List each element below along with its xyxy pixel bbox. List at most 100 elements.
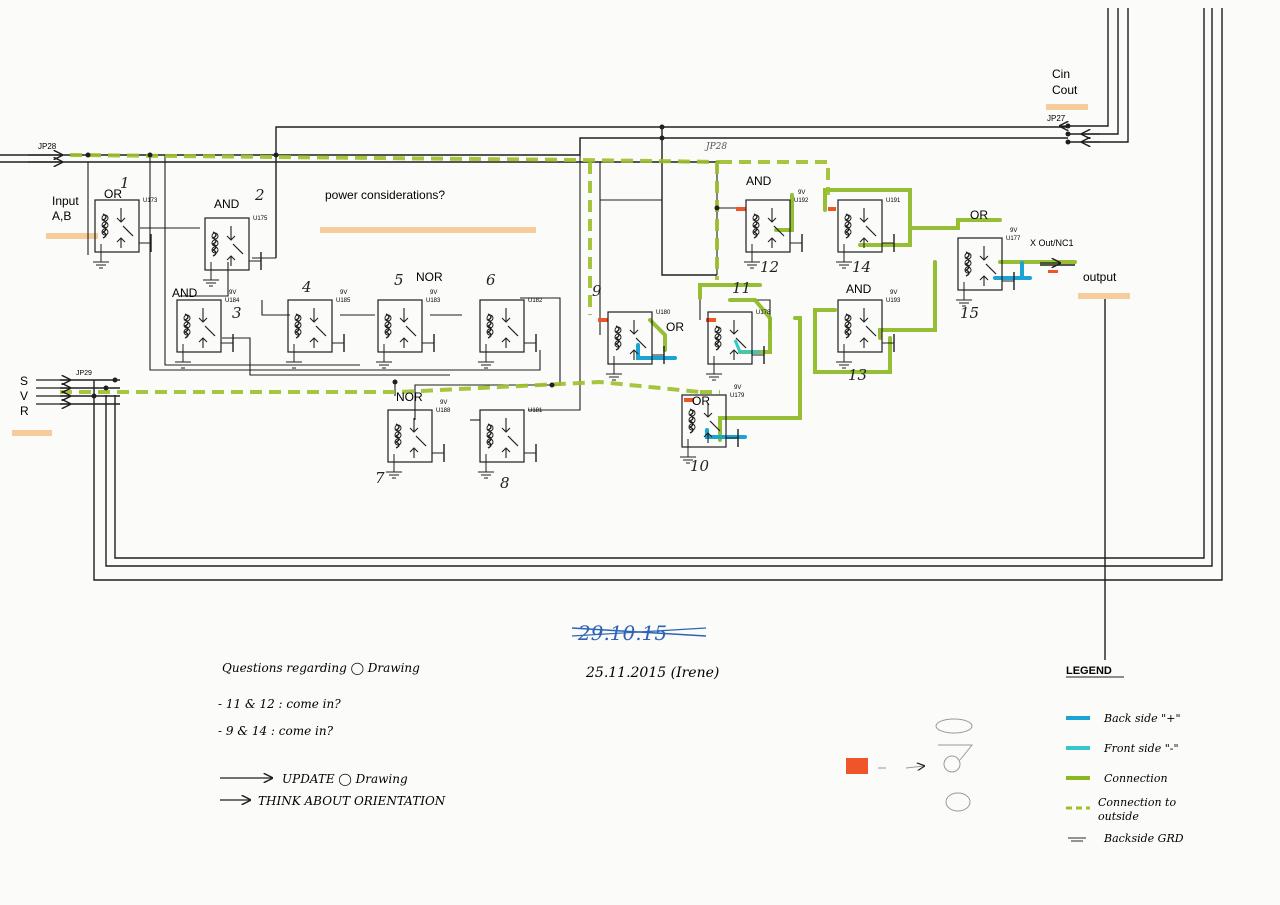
junction-dots [85, 123, 1071, 399]
ground-icon [478, 361, 494, 369]
switch-icon [198, 308, 208, 323]
switch-icon [729, 320, 739, 335]
relay-7: U188 9V NOR 7 [375, 390, 451, 487]
switch-icon [501, 308, 511, 323]
new-date: 25.11.2015 (Irene) [585, 665, 719, 681]
switch-icon [859, 308, 869, 323]
relay-ref: U193 [886, 298, 901, 304]
relay-gate-label: OR [666, 320, 684, 334]
relay-ref: U181 [528, 408, 543, 414]
legend-item: Front side "-" [1066, 742, 1179, 755]
output-label: output [1083, 270, 1117, 284]
relay-14: U191 14 [836, 198, 901, 276]
relay-number: 3 [232, 304, 242, 322]
note-line-5: THINK ABOUT ORIENTATION [258, 794, 446, 808]
ground-icon [478, 471, 494, 479]
relay-number: 6 [486, 271, 496, 289]
legend-label: Backside GRD [1103, 832, 1184, 845]
ground-icon [606, 373, 622, 381]
relay-9: U180 OR 9 [592, 282, 684, 381]
legend-label: Front side "-" [1103, 742, 1179, 755]
switch-icon [226, 226, 236, 241]
ground-icon [744, 261, 760, 269]
relay-layer: U173OR1U175AND 2U1849VAND3U1859V4U1839VNO… [93, 174, 1021, 492]
jp28-mid-label: JP28 [704, 142, 727, 152]
relay-supply: 9V [798, 190, 805, 196]
relay-2: U175 AND 2 [203, 186, 268, 287]
ground-icon [1068, 837, 1086, 842]
relay-ref: U191 [886, 198, 901, 204]
jp29-label: JP29 [76, 370, 92, 377]
legend-item: Connection to outside [1066, 796, 1176, 823]
legend-item: Backside GRD [1068, 832, 1184, 845]
relay-gate-label: AND [214, 197, 240, 211]
relay-number: 8 [500, 474, 510, 492]
legend-label: Connection [1104, 772, 1168, 785]
bus-wires [0, 8, 1223, 660]
note-line-4: UPDATE ◯ Drawing [282, 772, 408, 786]
relay-ref: U178 [756, 310, 771, 316]
legend-label: Back side "+" [1103, 712, 1181, 725]
legend-item: Connection [1066, 772, 1168, 785]
relay-supply: 9V [734, 385, 741, 391]
relay-ref: U177 [1006, 236, 1021, 242]
relay-gate-label: AND [846, 282, 872, 296]
power-note: power considerations? [325, 188, 445, 202]
relay-number: 15 [960, 304, 979, 322]
relay-15: U177 9V OR 15 [956, 208, 1021, 322]
relay-number: 13 [848, 366, 867, 384]
relay-6: U182 6 [478, 271, 543, 369]
relay-ref: U179 [730, 393, 745, 399]
ground-icon [376, 361, 392, 369]
input-b-label: A,B [52, 209, 71, 223]
dates: 29.10.15 25.11.2015 (Irene) [571, 621, 719, 681]
ground-icon [93, 261, 109, 269]
switch-icon [859, 208, 869, 223]
handwritten-notes: Questions regarding ◯ Drawing - 11 & 12 … [218, 661, 446, 808]
relay-number: 12 [760, 258, 779, 276]
v-label: V [20, 389, 28, 403]
relay-ref: U188 [436, 408, 451, 414]
relay-supply: 9V [1010, 228, 1017, 234]
note-line-3: - 9 & 14 : come in? [218, 724, 334, 738]
relay-number: 7 [375, 469, 385, 487]
red-marks [598, 207, 1058, 774]
ground-icon [203, 279, 219, 287]
legend-title: LEGEND [1066, 665, 1112, 677]
jp27-label: JP27 [1047, 114, 1066, 123]
switch-icon [767, 208, 777, 223]
relay-supply: 9V [890, 290, 897, 296]
switch-icon [979, 246, 989, 261]
r-label: R [20, 404, 29, 418]
note-line-1: Questions regarding ◯ Drawing [222, 661, 420, 675]
relay-gate-label: OR [970, 208, 988, 222]
relay-supply: 9V [440, 400, 447, 406]
relay-ref: U175 [253, 216, 268, 222]
relay-5: U183 9V NOR 5 [376, 270, 443, 369]
pencil-sketch [878, 718, 974, 812]
xout-label: X Out/NC1 [1030, 238, 1074, 248]
relay-number: 2 [254, 186, 265, 204]
cin-label: Cin [1052, 67, 1070, 81]
relay-11: U178 11 [706, 279, 771, 381]
relay-number: 14 [852, 258, 871, 276]
ground-icon [836, 261, 852, 269]
relay-gate-label: NOR [416, 270, 443, 284]
relay-number: 5 [394, 271, 404, 289]
relay-number: 10 [690, 457, 710, 475]
relay-3: U1849VAND3 [172, 286, 242, 369]
relay-number: 4 [301, 278, 312, 296]
legend-item: Back side "+" [1066, 712, 1181, 725]
relay-ref: U180 [656, 310, 671, 316]
relay-gate-label: AND [746, 174, 772, 188]
relay-ref: U185 [336, 298, 351, 304]
switch-icon [629, 320, 639, 335]
switch-icon [501, 418, 511, 433]
relay-gate-label: NOR [396, 390, 423, 404]
relay-ref: U192 [794, 198, 809, 204]
highlight-marks [12, 104, 1130, 436]
relay-gate-label: OR [692, 394, 710, 408]
switch-icon [399, 308, 409, 323]
note-line-2: - 11 & 12 : come in? [218, 697, 341, 711]
ground-icon [386, 471, 402, 479]
